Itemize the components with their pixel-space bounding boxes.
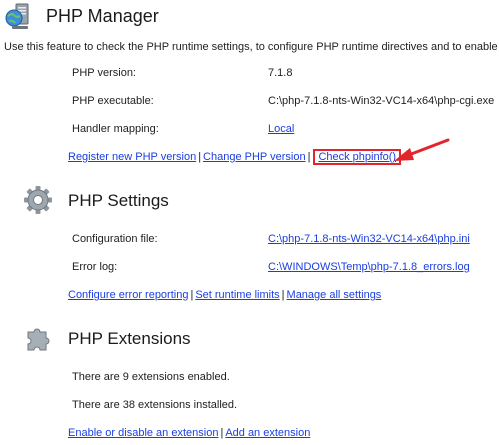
separator: | <box>307 151 311 163</box>
gear-icon <box>22 184 54 216</box>
register-php-version-link[interactable]: Register new PHP version <box>68 151 196 163</box>
add-extension-link[interactable]: Add an extension <box>225 427 310 439</box>
manage-all-settings-link[interactable]: Manage all settings <box>287 289 382 301</box>
extensions-installed-text: There are 38 extensions installed. <box>72 399 238 411</box>
php-executable-value: C:\php-7.1.8-nts-Win32-VC14-x64\php-cgi.… <box>268 95 495 107</box>
configure-error-reporting-link[interactable]: Configure error reporting <box>68 289 188 301</box>
handler-mapping-link[interactable]: Local <box>268 123 294 135</box>
php-version-label: PHP version: <box>72 67 136 79</box>
php-version-value: 7.1.8 <box>268 67 293 79</box>
highlight-box: Check phpinfo() <box>313 149 402 165</box>
page-title: PHP Manager <box>46 6 159 26</box>
change-php-version-link[interactable]: Change PHP version <box>203 151 306 163</box>
php-extensions-title: PHP Extensions <box>68 329 191 348</box>
page-description: Use this feature to check the PHP runtim… <box>4 41 498 53</box>
separator: | <box>281 289 285 301</box>
error-log-label: Error log: <box>72 261 118 273</box>
configuration-file-label: Configuration file: <box>72 233 158 245</box>
error-log-link[interactable]: C:\WINDOWS\Temp\php-7.1.8_errors.log <box>268 261 470 273</box>
set-runtime-limits-link[interactable]: Set runtime limits <box>195 289 279 301</box>
extensions-enabled-text: There are 9 extensions enabled. <box>72 371 230 383</box>
configuration-file-value: C:\php-7.1.8-nts-Win32-VC14-x64\php.ini <box>268 232 470 246</box>
php-settings-title: PHP Settings <box>68 191 169 210</box>
check-phpinfo-link[interactable]: Check phpinfo() <box>318 151 396 163</box>
configuration-file-link[interactable]: C:\php-7.1.8-nts-Win32-VC14-x64\php.ini <box>268 233 470 245</box>
error-log-value: C:\WINDOWS\Temp\php-7.1.8_errors.log <box>268 260 470 274</box>
runtime-actions: Register new PHP version | Change PHP vers… <box>68 149 402 165</box>
php-executable-label: PHP executable: <box>72 95 154 107</box>
red-arrow <box>392 136 452 166</box>
handler-mapping-label: Handler mapping: <box>72 123 159 135</box>
enable-disable-extension-link[interactable]: Enable or disable an extension <box>68 427 218 439</box>
settings-actions: Configure error reporting | Set runtime li… <box>68 288 381 302</box>
handler-mapping-value: Local <box>268 122 294 136</box>
extensions-actions: Enable or disable an extension | Add an ex… <box>68 426 310 440</box>
php-manager-icon <box>4 2 32 30</box>
puzzle-icon <box>22 322 54 354</box>
